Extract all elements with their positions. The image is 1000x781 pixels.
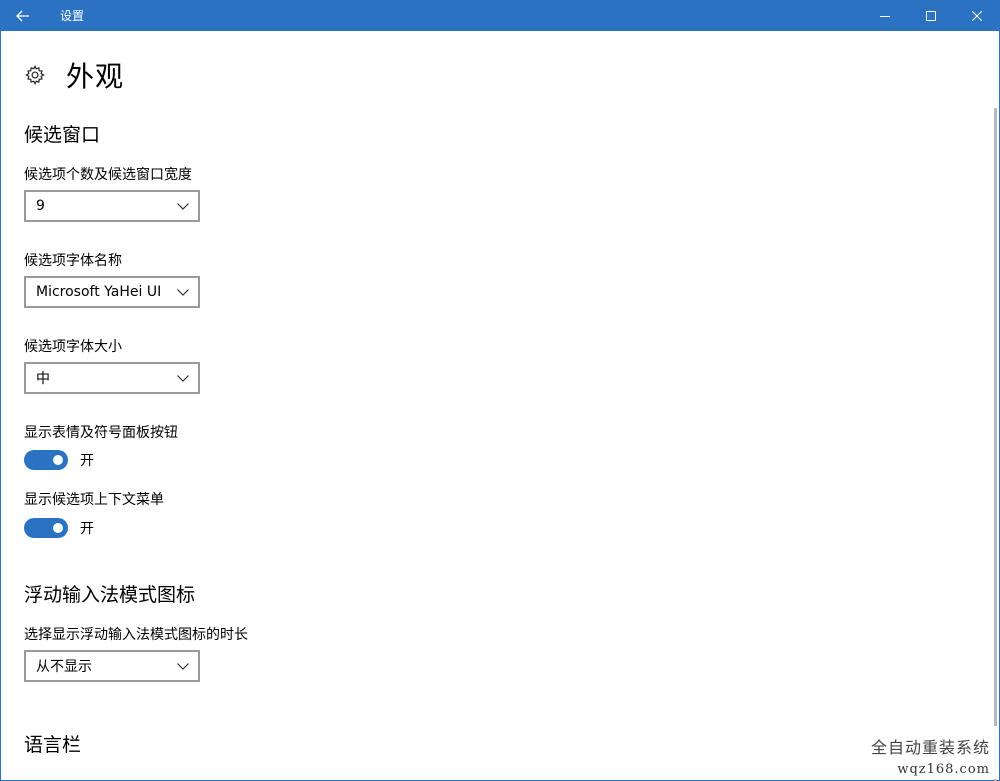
- settings-content: 外观 候选窗口 候选项个数及候选窗口宽度 9 候选项字体名称 Microsoft…: [24, 31, 974, 781]
- back-arrow-icon: [16, 10, 29, 21]
- watermark: 全自动重装系统 wqz168.com: [843, 726, 998, 779]
- title-bar: 设置: [0, 0, 1000, 31]
- floating-icon-duration-label: 选择显示浮动输入法模式图标的时长: [24, 627, 248, 643]
- back-button[interactable]: [0, 0, 46, 31]
- candidate-font-name-dropdown[interactable]: Microsoft YaHei UI: [24, 276, 200, 308]
- section-floating-icon-title: 浮动输入法模式图标: [24, 584, 196, 606]
- gear-icon: [25, 64, 45, 86]
- minimize-icon: [880, 15, 890, 17]
- candidate-count-value: 9: [36, 198, 45, 214]
- page-header: 外观: [24, 55, 124, 95]
- emoji-button-toggle-row: 开: [24, 450, 94, 470]
- close-icon: [972, 10, 982, 21]
- minimize-button[interactable]: [862, 0, 908, 31]
- maximize-icon: [926, 10, 936, 21]
- candidate-count-dropdown[interactable]: 9: [24, 190, 200, 222]
- floating-icon-duration-value: 从不显示: [36, 659, 92, 675]
- close-button[interactable]: [954, 0, 1000, 31]
- chevron-down-icon: [168, 364, 198, 392]
- emoji-button-state: 开: [80, 453, 94, 469]
- floating-icon-duration-dropdown[interactable]: 从不显示: [24, 650, 200, 682]
- context-menu-toggle-row: 开: [24, 518, 94, 538]
- watermark-name: 全自动重装系统: [870, 738, 990, 757]
- maximize-button[interactable]: [908, 0, 954, 31]
- section-candidate-window-title: 候选窗口: [24, 124, 101, 146]
- section-language-bar-title: 语言栏: [24, 734, 82, 756]
- context-menu-toggle[interactable]: [24, 518, 68, 538]
- page-title: 外观: [66, 60, 125, 93]
- candidate-count-label: 候选项个数及候选窗口宽度: [24, 167, 192, 183]
- watermark-url: wqz168.com: [897, 762, 990, 777]
- candidate-font-name-label: 候选项字体名称: [24, 253, 122, 269]
- context-menu-label: 显示候选项上下文菜单: [24, 492, 164, 508]
- context-menu-state: 开: [80, 521, 94, 537]
- emoji-button-toggle[interactable]: [24, 450, 68, 470]
- vertical-scrollbar[interactable]: [994, 108, 997, 781]
- candidate-font-size-dropdown[interactable]: 中: [24, 362, 200, 394]
- chevron-down-icon: [168, 192, 198, 220]
- candidate-font-size-label: 候选项字体大小: [24, 339, 122, 355]
- chevron-down-icon: [168, 278, 198, 306]
- chevron-down-icon: [168, 652, 198, 680]
- candidate-font-size-value: 中: [36, 371, 50, 387]
- window-title: 设置: [60, 9, 85, 23]
- candidate-font-name-value: Microsoft YaHei UI: [36, 284, 162, 300]
- emoji-button-label: 显示表情及符号面板按钮: [24, 425, 178, 441]
